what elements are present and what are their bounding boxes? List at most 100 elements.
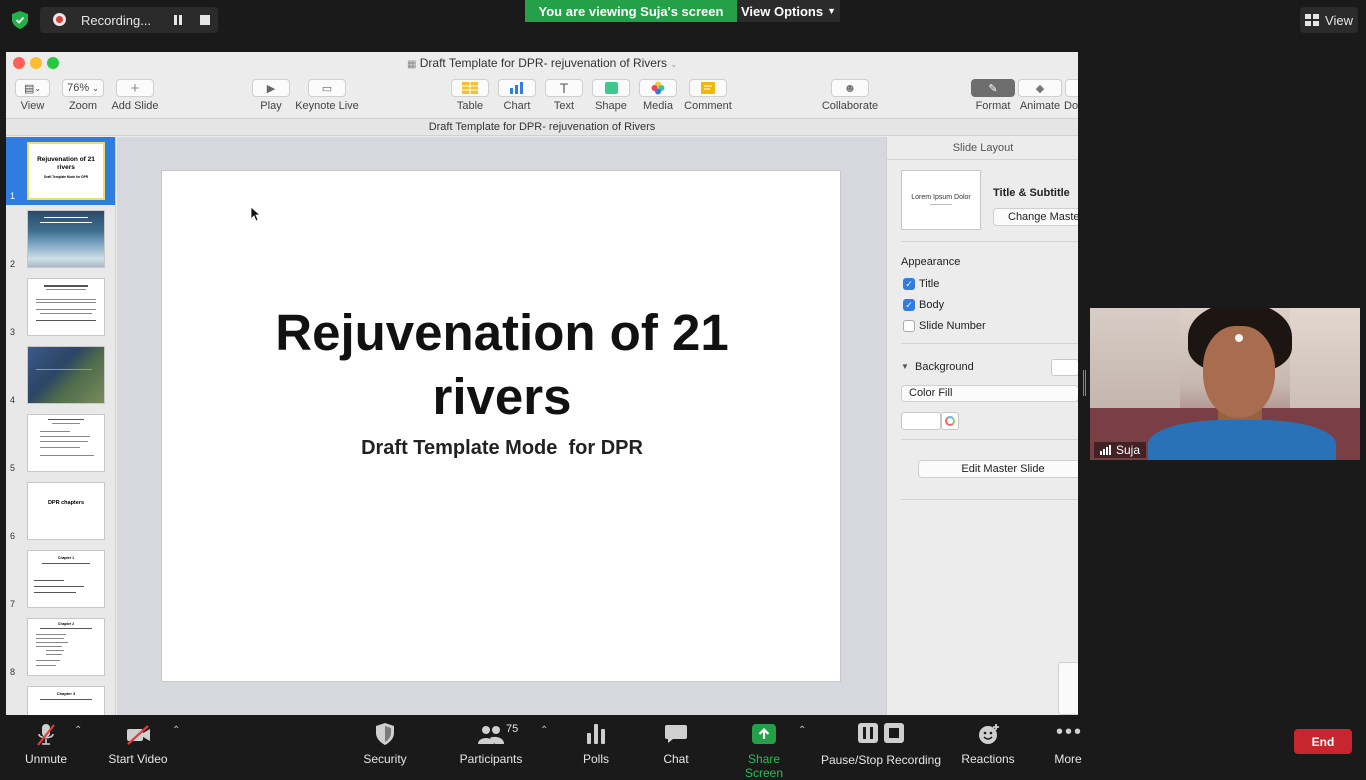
view-button[interactable]: View: [1300, 7, 1358, 33]
chat-button[interactable]: Chat: [656, 719, 696, 766]
polls-button[interactable]: Polls: [576, 719, 616, 766]
slide-thumbnail[interactable]: Rejuvenation of 21 rivers Draft Template…: [27, 142, 105, 200]
format-button[interactable]: ✎: [971, 79, 1015, 97]
layout-name: Title & Subtitle: [993, 187, 1070, 199]
fill-color-swatch[interactable]: [901, 412, 941, 430]
slide-number: 7: [10, 599, 16, 609]
title-checkbox[interactable]: ✓: [903, 278, 915, 290]
chat-label: Chat: [663, 752, 689, 766]
share-screen-button[interactable]: Share Screen: [728, 719, 800, 780]
slide-thumbnail[interactable]: [27, 414, 105, 472]
disclosure-triangle-icon[interactable]: ▼: [901, 362, 909, 371]
toolbar-label-comment: Comment: [684, 100, 732, 112]
change-master-button[interactable]: Change Master: [993, 208, 1078, 226]
participants-options-caret[interactable]: ⌃: [540, 725, 548, 736]
change-master-label: Change Master: [1008, 211, 1078, 223]
participant-video[interactable]: Suja: [1090, 308, 1360, 460]
slide-thumbnail[interactable]: [27, 346, 105, 404]
start-video-button[interactable]: Start Video: [106, 719, 170, 766]
video-options-caret[interactable]: ⌃: [172, 725, 180, 736]
text-button[interactable]: T: [545, 79, 583, 97]
color-wheel-icon: [945, 416, 955, 426]
media-button[interactable]: [639, 79, 677, 97]
slide-thumbnail[interactable]: Chapter 3: [27, 686, 105, 715]
slide-number-checkbox-label: Slide Number: [919, 320, 986, 332]
chart-button[interactable]: [498, 79, 536, 97]
color-wheel-button[interactable]: [941, 412, 959, 430]
stop-icon: [884, 723, 904, 743]
play-button[interactable]: ▶: [252, 79, 290, 97]
toolbar-label-document: Doc: [1064, 100, 1078, 112]
toolbar-label-zoom: Zoom: [68, 100, 98, 112]
keynote-live-button[interactable]: ▭: [308, 79, 346, 97]
mouse-cursor-icon: [251, 207, 261, 222]
document-title[interactable]: ▦ Draft Template for DPR- rejuvenation o…: [6, 56, 1078, 70]
participants-button[interactable]: 75 Participants: [458, 719, 524, 766]
participants-count: 75: [506, 723, 519, 735]
end-meeting-button[interactable]: End: [1294, 729, 1352, 754]
pause-recording-icon[interactable]: [174, 15, 182, 25]
security-button[interactable]: Security: [360, 719, 410, 766]
toolbar-label-shape: Shape: [595, 100, 627, 112]
view-options-button[interactable]: View Options ▼: [737, 0, 840, 22]
polls-label: Polls: [582, 752, 609, 766]
unmute-button[interactable]: Unmute: [16, 719, 76, 766]
animate-button[interactable]: ◆: [1018, 79, 1062, 97]
divider: [901, 241, 1078, 242]
share-screen-icon: [752, 724, 776, 744]
audio-options-caret[interactable]: ⌃: [74, 725, 82, 736]
slide-number: 1: [10, 191, 16, 201]
background-color-well[interactable]: [1051, 359, 1078, 376]
slide-number-checkbox[interactable]: [903, 320, 915, 332]
edit-master-slide-button[interactable]: Edit Master Slide: [918, 460, 1078, 478]
comment-button[interactable]: [689, 79, 727, 97]
view-options-label: View Options: [740, 3, 824, 19]
background-label: Background: [915, 361, 974, 373]
stop-recording-icon[interactable]: [200, 15, 210, 25]
master-thumbnail[interactable]: Lorem Ipsum Dolor: [901, 170, 981, 230]
edit-master-slide-label: Edit Master Slide: [961, 463, 1045, 475]
slide-thumbnail[interactable]: Chapter 2: [27, 618, 105, 676]
slide-number: 4: [10, 395, 16, 405]
slide-thumbnail[interactable]: Chapter 1: [27, 550, 105, 608]
security-label: Security: [363, 752, 407, 766]
slide-thumbnail[interactable]: [27, 278, 105, 336]
start-video-label: Start Video: [108, 752, 168, 766]
share-options-caret[interactable]: ⌃: [798, 725, 806, 736]
shape-button[interactable]: [592, 79, 630, 97]
zoom-select[interactable]: 76% ⌄: [62, 79, 104, 97]
pause-stop-recording-button[interactable]: Pause/Stop Recording: [820, 719, 942, 767]
toolbar-label-collaborate: Collaborate: [821, 100, 879, 112]
keynote-window: ▦ Draft Template for DPR- rejuvenation o…: [6, 52, 1078, 715]
view-menu-button[interactable]: ▤ ⌄: [15, 79, 50, 97]
add-slide-button[interactable]: +: [116, 79, 154, 97]
slide-number: 8: [10, 667, 16, 677]
comment-icon: [701, 82, 715, 94]
video-panel-resize-handle[interactable]: [1083, 370, 1086, 396]
slide-navigator[interactable]: 1 Rejuvenation of 21 rivers Draft Templa…: [6, 137, 116, 715]
fill-type-select[interactable]: Color Fill: [901, 385, 1078, 402]
recording-label: Recording...: [81, 13, 152, 28]
more-button[interactable]: ••• More: [1048, 719, 1088, 766]
reactions-button[interactable]: Reactions: [958, 719, 1018, 766]
microphone-muted-icon: [37, 724, 55, 746]
collaborate-button[interactable]: ☻: [831, 79, 869, 97]
slide-subtitle[interactable]: Draft Template Mode for DPR: [162, 437, 842, 460]
slide-thumbnail[interactable]: [27, 210, 105, 268]
slide-title[interactable]: Rejuvenation of 21 rivers: [162, 301, 842, 429]
slide-thumbnail[interactable]: DPR chapters: [27, 482, 105, 540]
current-slide[interactable]: Rejuvenation of 21 rivers Draft Template…: [161, 170, 841, 682]
video-camera-muted-icon: [127, 725, 150, 745]
chevron-down-icon: ▼: [827, 6, 837, 16]
document-button[interactable]: [1065, 79, 1078, 97]
body-checkbox[interactable]: ✓: [903, 299, 915, 311]
slide-number: 2: [10, 259, 16, 269]
comment-popup[interactable]: [1058, 662, 1078, 715]
meeting-controls-bar: Unmute ⌃ Start Video ⌃ Security 75 Parti…: [0, 715, 1366, 780]
table-button[interactable]: [451, 79, 489, 97]
toolbar-label-keynote-live: Keynote Live: [295, 100, 359, 112]
end-label: End: [1311, 734, 1335, 749]
document-icon: ▦: [406, 59, 417, 70]
divider: [901, 439, 1078, 440]
zoom-top-bar: Recording... You are viewing Suja's scre…: [0, 0, 1366, 52]
